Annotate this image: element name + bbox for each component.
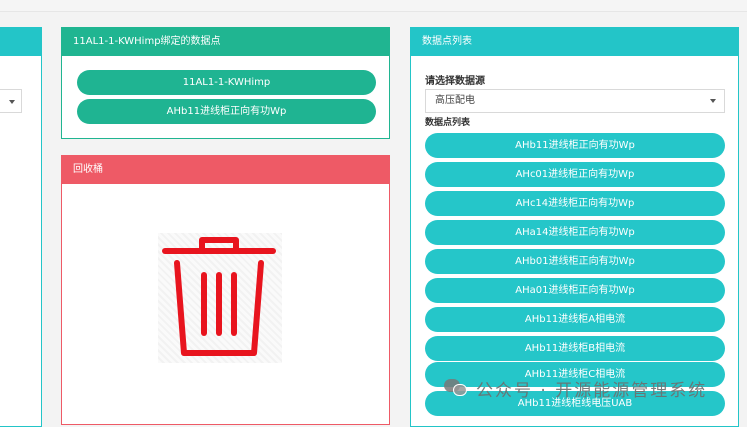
bound-points-panel: 11AL1-1-KWHimp绑定的数据点 11AL1-1-KWHimp AHb1… [61,27,390,139]
data-source-select[interactable]: 高压配电 [425,89,725,113]
data-point-item[interactable]: AHb01进线柜正向有功Wp [425,249,725,274]
data-source-value: 高压配电 [435,95,475,106]
watermark: 公众号 · 开源能源管理系统 [444,374,707,402]
data-point-item[interactable]: AHc14进线柜正向有功Wp [425,191,725,216]
data-points-list-label: 数据点列表 [425,118,471,128]
chevron-down-icon [710,99,716,103]
trash-icon [162,237,276,356]
bound-point-item[interactable]: AHb11进线柜正向有功Wp [77,99,376,124]
data-points-panel-title: 数据点列表 [411,28,738,56]
left-panel [0,27,42,427]
top-bar [0,0,747,12]
data-point-item[interactable]: AHb11进线柜B相电流 [425,336,725,361]
data-point-item[interactable]: AHa01进线柜正向有功Wp [425,278,725,303]
data-points-panel: 数据点列表 请选择数据源 高压配电 数据点列表 AHb11进线柜正向有功Wp A… [410,27,739,427]
wechat-icon [444,379,468,397]
recycle-bin-panel: 回收桶 [61,155,390,425]
bound-panel-title: 11AL1-1-KWHimp绑定的数据点 [62,28,389,56]
chevron-down-icon [9,100,15,104]
watermark-text: 公众号 · 开源能源管理系统 [476,380,708,401]
data-point-item[interactable]: AHb11进线柜A相电流 [425,307,725,332]
data-point-item[interactable]: AHc01进线柜正向有功Wp [425,162,725,187]
bound-point-item[interactable]: 11AL1-1-KWHimp [77,70,376,95]
data-point-item[interactable]: AHb11进线柜正向有功Wp [425,133,725,158]
data-source-label: 请选择数据源 [425,76,485,87]
left-panel-header [0,28,41,56]
left-select[interactable] [0,89,22,113]
recycle-panel-title: 回收桶 [62,156,389,184]
trash-drop-zone[interactable] [158,233,282,363]
data-point-item[interactable]: AHa14进线柜正向有功Wp [425,220,725,245]
